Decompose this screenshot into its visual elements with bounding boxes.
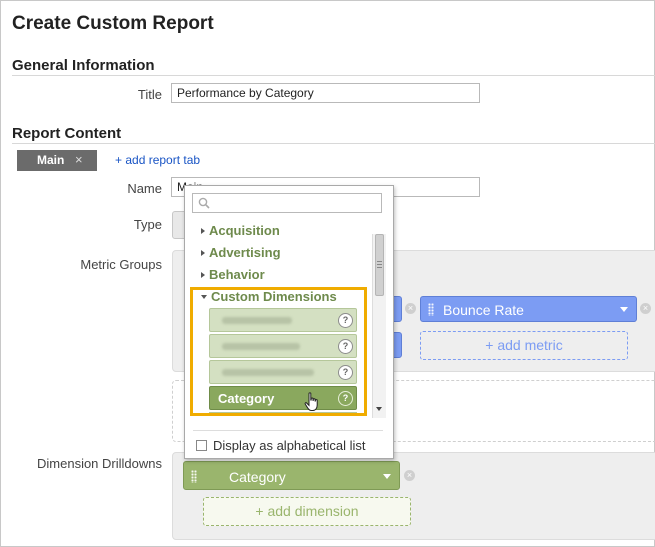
expand-arrow-icon <box>201 228 205 234</box>
chevron-down-icon[interactable] <box>620 307 628 312</box>
bounce-rate-metric-chip[interactable]: Bounce Rate <box>420 296 637 322</box>
title-label: Title <box>137 87 162 102</box>
section-divider <box>12 75 655 76</box>
category-advertising[interactable]: Advertising <box>201 245 281 260</box>
tab-main-label: Main <box>37 153 65 167</box>
dropdown-scrollbar[interactable] <box>372 234 386 418</box>
custom-dimensions-highlight <box>190 287 367 416</box>
page-title: Create Custom Report <box>12 13 214 34</box>
add-report-tab-link[interactable]: + add report tab <box>115 153 200 167</box>
category-dimension-label: Category <box>229 469 286 485</box>
expand-arrow-icon <box>201 250 205 256</box>
tab-main[interactable]: Main × <box>17 150 97 171</box>
category-dimension-chip[interactable]: Category <box>183 461 400 490</box>
drag-handle-icon[interactable] <box>191 470 197 483</box>
metric-groups-label: Metric Groups <box>80 257 162 272</box>
drag-handle-icon[interactable] <box>428 303 434 316</box>
name-label: Name <box>127 181 162 196</box>
expand-arrow-icon <box>201 272 205 278</box>
search-icon <box>198 197 210 209</box>
add-dimension-button[interactable]: + add dimension <box>203 497 411 526</box>
chevron-down-icon[interactable] <box>383 474 391 479</box>
alphabetical-list-label: Display as alphabetical list <box>213 438 366 453</box>
general-information-heading: General Information <box>12 57 155 74</box>
dropdown-divider <box>193 430 383 431</box>
section-divider <box>12 143 655 144</box>
dimension-drilldowns-label: Dimension Drilldowns <box>37 456 162 471</box>
scroll-down-arrow-icon[interactable] <box>376 407 382 411</box>
dropdown-search-input[interactable] <box>192 193 382 213</box>
scrollbar-thumb[interactable] <box>375 234 384 296</box>
category-acquisition[interactable]: Acquisition <box>201 223 280 238</box>
type-label: Type <box>133 217 162 232</box>
add-metric-button[interactable]: + add metric <box>420 331 628 360</box>
alphabetical-list-checkbox[interactable] <box>196 440 207 451</box>
remove-metric-icon[interactable]: × <box>640 303 651 314</box>
remove-metric-icon[interactable]: × <box>405 303 416 314</box>
report-content-heading: Report Content <box>12 125 122 142</box>
remove-dimension-icon[interactable]: × <box>404 470 415 481</box>
close-tab-icon[interactable]: × <box>75 152 83 167</box>
bounce-rate-label: Bounce Rate <box>443 302 524 318</box>
category-behavior[interactable]: Behavior <box>201 267 265 282</box>
title-input[interactable] <box>171 83 480 103</box>
